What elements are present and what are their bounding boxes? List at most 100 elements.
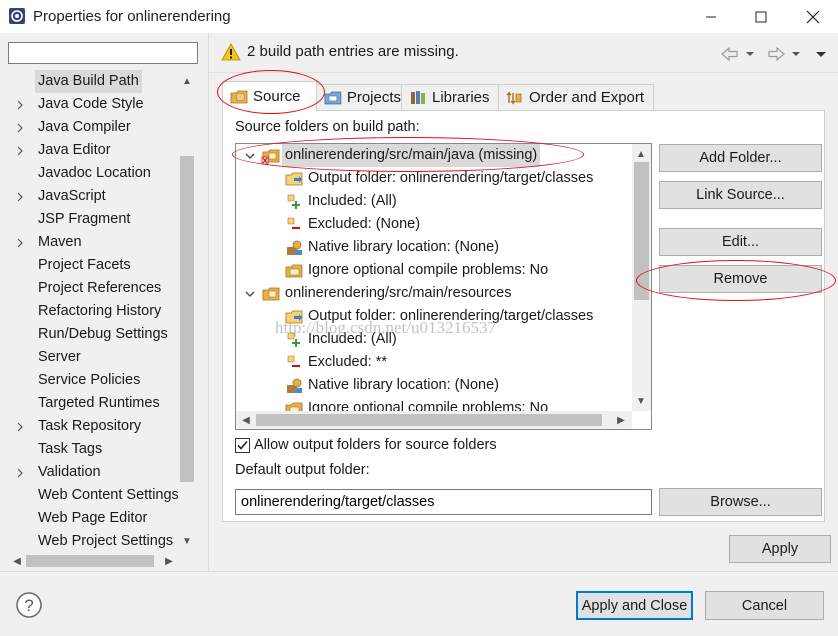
chevron-right-icon[interactable] — [14, 93, 26, 116]
add-folder-button[interactable]: Add Folder... — [659, 144, 822, 172]
nav-item[interactable]: Service Policies — [8, 369, 178, 392]
nav-item[interactable]: JavaScript — [8, 185, 178, 208]
link-source-button[interactable]: Link Source... — [659, 181, 822, 209]
source-folder-row[interactable]: onlinerendering/src/main/resources — [236, 282, 651, 305]
nav-item[interactable]: Refactoring History — [8, 300, 178, 323]
chevron-down-icon[interactable] — [243, 144, 257, 167]
nav-item[interactable]: Server — [8, 346, 178, 369]
source-folder-row[interactable]: onlinerendering/src/main/java (missing) — [236, 144, 651, 167]
nav-item[interactable]: Targeted Runtimes — [8, 392, 178, 415]
svg-text:?: ? — [24, 596, 33, 615]
build-path-warning-message: 2 build path entries are missing. — [247, 43, 459, 60]
nav-item[interactable]: Task Tags — [8, 438, 178, 461]
forward-dropdown-icon[interactable] — [792, 52, 800, 56]
tree-horizontal-scroll-thumb[interactable] — [256, 414, 602, 426]
chevron-right-icon[interactable] — [14, 461, 26, 484]
nav-item-label: Java Code Style — [38, 96, 144, 112]
nav-item[interactable]: JSP Fragment — [8, 208, 178, 231]
scroll-left-arrow-icon[interactable]: ◀ — [8, 552, 26, 570]
folder-attribute-row[interactable]: Included: (All) — [236, 190, 651, 213]
apply-button[interactable]: Apply — [729, 535, 831, 563]
nav-item[interactable]: Project References — [8, 277, 178, 300]
tree-node-label: Excluded: (None) — [308, 216, 421, 232]
tree-scroll-right-arrow-icon[interactable]: ▶ — [612, 411, 630, 429]
chevron-right-icon[interactable] — [14, 185, 26, 208]
nav-item[interactable]: Javadoc Location — [8, 162, 178, 185]
back-dropdown-icon[interactable] — [746, 52, 754, 56]
apply-and-close-button[interactable]: Apply and Close — [576, 591, 693, 620]
tree-node-label: Excluded: ** — [308, 354, 387, 370]
chevron-right-icon[interactable] — [14, 116, 26, 139]
folder-attribute-row[interactable]: Excluded: ** — [236, 351, 651, 374]
minimize-button[interactable] — [688, 0, 734, 33]
edit-button[interactable]: Edit... — [659, 228, 822, 256]
footer-separator — [0, 571, 838, 572]
nav-item[interactable]: Java Editor — [8, 139, 178, 162]
nav-item[interactable]: Run/Debug Settings — [8, 323, 178, 346]
tree-scroll-down-arrow-icon[interactable]: ▼ — [632, 392, 650, 410]
tab-projects[interactable]: Projects — [316, 84, 402, 110]
tab-source-label: Source — [253, 88, 301, 105]
filter-input[interactable] — [8, 42, 198, 64]
scroll-down-arrow-icon[interactable]: ▼ — [178, 532, 196, 550]
close-button[interactable] — [790, 0, 836, 33]
tab-libraries-label: Libraries — [432, 89, 490, 106]
output-folder-icon — [285, 172, 303, 186]
default-output-folder-field[interactable] — [235, 489, 652, 515]
nav-item[interactable]: Web Page Editor — [8, 507, 178, 530]
nav-item-label: Run/Debug Settings — [38, 326, 168, 342]
tree-vertical-scroll-thumb[interactable] — [634, 162, 649, 300]
nav-item-label: Java Build Path — [35, 70, 142, 93]
left-vertical-scroll-thumb[interactable] — [180, 156, 194, 482]
chevron-down-icon[interactable] — [243, 282, 257, 305]
view-menu-icon[interactable] — [816, 52, 826, 57]
header-separator — [209, 72, 838, 73]
nav-item-label: Java Editor — [38, 142, 111, 158]
tab-libraries[interactable]: Libraries — [401, 84, 499, 110]
tree-node-label: onlinerendering/src/main/java (missing) — [282, 144, 541, 167]
chevron-right-icon[interactable] — [14, 415, 26, 438]
forward-arrow-icon[interactable] — [768, 46, 785, 62]
nav-item[interactable]: Validation — [8, 461, 178, 484]
folder-attribute-row[interactable]: Excluded: (None) — [236, 213, 651, 236]
left-horizontal-scroll-thumb[interactable] — [26, 555, 154, 567]
maximize-button[interactable] — [738, 0, 784, 33]
folder-attribute-row[interactable]: Ignore optional compile problems: No — [236, 259, 651, 282]
nav-item[interactable]: Java Compiler — [8, 116, 178, 139]
tree-scroll-left-arrow-icon[interactable]: ◀ — [237, 411, 255, 429]
nav-item-label: Web Content Settings — [38, 487, 178, 503]
minimize-icon — [706, 16, 716, 17]
folder-attribute-row[interactable]: Native library location: (None) — [236, 236, 651, 259]
remove-button[interactable]: Remove — [659, 265, 822, 293]
cancel-button[interactable]: Cancel — [705, 591, 824, 620]
nav-item[interactable]: Web Content Settings — [8, 484, 178, 507]
tab-source[interactable]: Source — [222, 81, 317, 111]
nav-item[interactable]: Web Project Settings — [8, 530, 178, 552]
folder-attribute-row[interactable]: Native library location: (None) — [236, 374, 651, 397]
allow-output-folders-checkbox[interactable] — [235, 438, 250, 453]
nav-item[interactable]: Maven — [8, 231, 178, 254]
projects-tab-icon — [324, 91, 342, 104]
source-folder-missing-icon — [261, 149, 280, 165]
native-library-icon — [287, 240, 302, 255]
chevron-right-icon[interactable] — [14, 139, 26, 162]
folder-attribute-row[interactable]: Output folder: onlinerendering/target/cl… — [236, 167, 651, 190]
tree-node-label: Native library location: (None) — [308, 377, 499, 393]
tab-order-and-export-label: Order and Export — [529, 89, 645, 106]
nav-item[interactable]: Java Code Style — [8, 93, 178, 116]
help-icon[interactable]: ? — [15, 591, 43, 619]
tab-order-and-export[interactable]: Order and Export — [498, 84, 654, 110]
scroll-up-arrow-icon[interactable]: ▲ — [178, 72, 196, 90]
back-arrow-icon[interactable] — [721, 46, 738, 62]
chevron-right-icon[interactable] — [14, 231, 26, 254]
scroll-right-arrow-icon[interactable]: ▶ — [160, 552, 178, 570]
source-folders-tree[interactable]: onlinerendering/src/main/java (missing) O… — [235, 143, 652, 430]
tree-scroll-up-arrow-icon[interactable]: ▲ — [632, 145, 650, 163]
nav-item-label: JavaScript — [38, 188, 106, 204]
nav-item[interactable]: Task Repository — [8, 415, 178, 438]
close-icon — [806, 10, 820, 23]
nav-item[interactable]: Project Facets — [8, 254, 178, 277]
browse-button[interactable]: Browse... — [659, 488, 822, 516]
tree-node-label: Ignore optional compile problems: No — [308, 262, 549, 278]
nav-item[interactable]: Java Build Path — [8, 70, 178, 93]
